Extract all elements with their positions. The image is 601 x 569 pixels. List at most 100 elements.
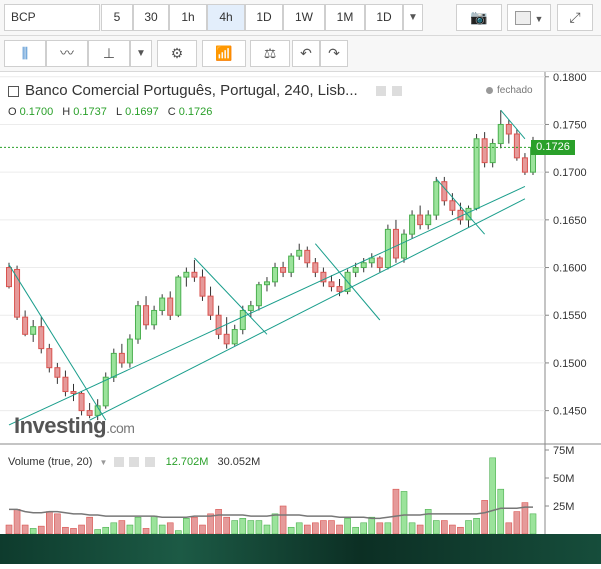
top-toolbar: BCP 5 30 1h 4h 1D 1W 1M 1D ▼ 📷 ▼ ⤢ (0, 0, 601, 36)
camera-icon[interactable]: 📷 (456, 4, 502, 31)
volume-bar (199, 524, 206, 535)
candle-body (360, 262, 367, 269)
volume-ma-value: 30.052M (217, 456, 261, 468)
taskbar-strip (0, 534, 601, 564)
volume-bar (183, 518, 190, 535)
candle-body (449, 200, 456, 211)
volume-dropdown-icon[interactable]: ▼ (99, 458, 107, 467)
candle-body (497, 123, 504, 145)
volume-bar (287, 526, 295, 535)
volume-bar (62, 526, 69, 535)
candle-body (401, 233, 408, 259)
compare-scale-icon[interactable]: ⚖ (250, 40, 290, 67)
interval-1d-button[interactable]: 1D (245, 4, 283, 31)
candle-body (134, 305, 141, 340)
candle-body (409, 214, 416, 235)
collapse-icon[interactable] (8, 85, 19, 97)
volume-bar (207, 513, 214, 535)
candle-body (38, 326, 45, 350)
open-value: 0.1700 (19, 106, 54, 118)
interval-1h-button[interactable]: 1h (169, 4, 207, 31)
interval-30-button[interactable]: 30 (133, 4, 169, 31)
volume-bar (191, 516, 198, 535)
high-value: 0.1737 (73, 106, 107, 118)
indicators-icon[interactable]: 📶 (202, 40, 246, 67)
volume-bar (37, 525, 45, 535)
settings-icon[interactable] (375, 86, 386, 97)
candle-body (239, 309, 246, 331)
volume-ma-line (9, 506, 533, 520)
price-tick-label: 0.1450 (553, 406, 587, 418)
candle-body (280, 267, 287, 273)
volume-bar (5, 524, 13, 535)
gear-icon[interactable]: ⚙ (157, 40, 197, 67)
undo-icon[interactable]: ↶ (292, 40, 320, 67)
volume-close-icon[interactable] (144, 457, 155, 468)
volume-bar (481, 500, 488, 535)
volume-bar (223, 516, 230, 535)
close-label: C (167, 106, 176, 118)
candle-body (272, 267, 279, 283)
volume-bar (376, 522, 384, 535)
candle-body (247, 305, 254, 311)
interval-custom-button[interactable]: 1D (365, 4, 403, 31)
status-label: fechado (497, 85, 533, 96)
volume-bar (295, 522, 303, 535)
interval-1w-button[interactable]: 1W (283, 4, 325, 31)
drawing-tool-icon[interactable]: ⊥ (88, 40, 130, 67)
volume-bar (328, 520, 335, 535)
logo-main: Investing (14, 413, 107, 438)
volume-bar (465, 520, 472, 535)
volume-bar (86, 516, 93, 535)
volume-bar (489, 457, 496, 535)
price-tick-label: 0.1700 (553, 167, 587, 179)
candle-body (110, 352, 117, 378)
redo-icon[interactable]: ↷ (320, 40, 348, 67)
candle-body (199, 276, 206, 297)
volume-bar (150, 515, 158, 535)
candle-body (159, 297, 166, 311)
interval-4h-button[interactable]: 4h (207, 4, 245, 31)
high-label: H (62, 106, 71, 118)
volume-bar (239, 518, 247, 535)
chart-toolbar: ⫼ 〰 ⊥ ▼ ⚙ 📶 ⚖ ↶ ↷ (0, 36, 601, 72)
candle-body (207, 295, 214, 316)
low-value: 0.1697 (125, 106, 159, 118)
drawing-dropdown-icon[interactable]: ▼ (130, 40, 152, 67)
fullscreen-icon[interactable]: ⤢ (557, 4, 593, 31)
price-tick-label: 0.1800 (553, 72, 587, 84)
logo-suffix: .com (106, 420, 135, 436)
trendline (8, 264, 107, 421)
volume-bar (46, 511, 53, 535)
candle-body (433, 181, 440, 216)
interval-5-button[interactable]: 5 (101, 4, 133, 31)
close-value: 0.1726 (178, 106, 213, 118)
volume-legend: Volume (true, 20) ▼ 12.702M 30.052M (8, 456, 260, 468)
chart-area[interactable]: 0.1800 0.1750 0.1700 0.1650 0.1600 0.1550 0.15… (0, 72, 601, 564)
volume-bar (126, 524, 134, 535)
interval-1m-button[interactable]: 1M (325, 4, 365, 31)
options-icon[interactable] (392, 86, 403, 97)
candle-body (167, 297, 174, 316)
candles-icon[interactable]: ⫼ (4, 40, 46, 67)
symbol-input[interactable]: BCP (4, 4, 100, 31)
volume-bar (497, 488, 505, 535)
volume-settings-icon[interactable] (129, 457, 140, 468)
candle-body (46, 348, 53, 369)
candle-body (30, 326, 37, 335)
candle-body (473, 138, 480, 209)
volume-bar (368, 516, 376, 535)
interval-dropdown-icon[interactable]: ▼ (403, 4, 423, 31)
candle-body (505, 123, 512, 135)
volume-eye-icon[interactable] (114, 457, 125, 468)
price-chart[interactable]: 0.1800 0.1750 0.1700 0.1650 0.1600 0.1550 0.15… (0, 72, 601, 564)
line-chart-icon[interactable]: 〰 (46, 40, 88, 67)
volume-bar (110, 522, 118, 535)
candle-body (215, 314, 222, 335)
candle-body (481, 138, 488, 164)
volume-bar (166, 522, 174, 535)
color-picker-icon[interactable]: ▼ (507, 4, 551, 31)
candle-body (126, 338, 133, 364)
candle-body (513, 133, 520, 159)
candle-body (183, 271, 190, 278)
